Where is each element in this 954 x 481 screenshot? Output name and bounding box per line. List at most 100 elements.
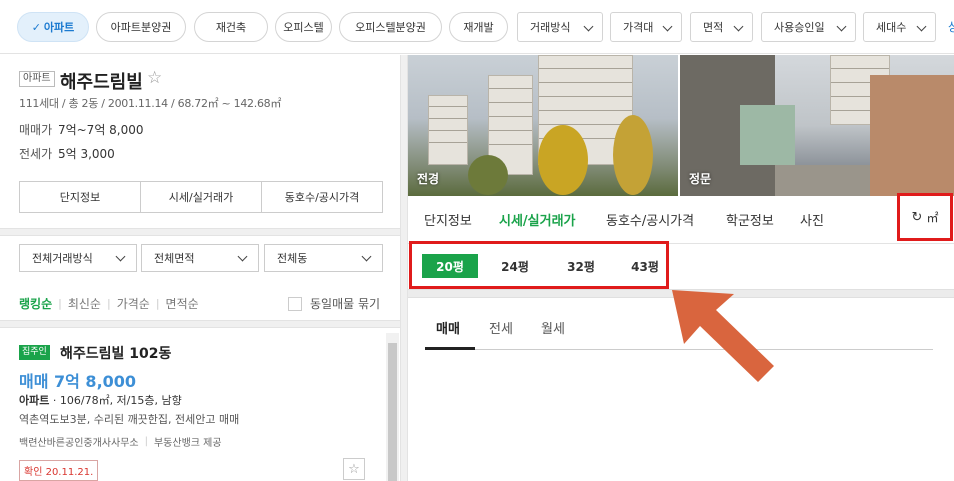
separator: | — [58, 297, 62, 310]
chevron-down-icon — [237, 251, 248, 262]
tab-school-info[interactable]: 학군정보 — [726, 210, 774, 229]
dropdown-label: 사용승인일 — [774, 21, 825, 34]
window-line — [489, 130, 532, 131]
scrollbar-thumb[interactable] — [388, 343, 397, 481]
agent-name: 백련산바른공인중개사사무소 — [19, 438, 139, 449]
tab-monthly-rent[interactable]: 월세 — [541, 318, 565, 337]
sort-area[interactable]: 면적순 — [166, 295, 199, 312]
listing-spec: 아파트 · 106/78㎡, 저/15층, 남향 — [19, 392, 182, 408]
pyeong-option-43[interactable]: 43평 — [620, 254, 670, 278]
listing-agent: 백련산바른공인중개사사무소 | 부동산뱅크 제공 — [19, 434, 222, 449]
complex-info: 111세대 / 총 2동 / 2001.11.14 / 68.72㎡ ~ 142… — [19, 97, 282, 110]
jeonse-price-label: 전세가 — [19, 147, 53, 161]
window-line — [831, 68, 889, 69]
select-label: 전체면적 — [154, 252, 195, 265]
tree-shape — [468, 155, 508, 195]
pyeong-option-20[interactable]: 20평 — [422, 254, 478, 278]
photo-main-gate[interactable]: 정문 — [680, 55, 954, 196]
listing-star-icon[interactable]: ☆ — [343, 458, 365, 480]
tab-photos[interactable]: 사진 — [800, 210, 824, 229]
filter-pill-redevelopment[interactable]: 재개발 — [449, 12, 508, 42]
star-icon[interactable]: ☆ — [147, 68, 162, 88]
listing-scrollbar[interactable] — [386, 333, 399, 481]
filter-bar: ✓ 아파트 아파트분양권 재건축 오피스텔 오피스텔분양권 재개발 거래방식 가… — [0, 0, 954, 54]
tab-unit-official-price[interactable]: 동호수/공시가격 — [262, 182, 382, 212]
filter-dropdown-approval-date[interactable]: 사용승인일 — [761, 12, 856, 42]
dropdown-label: 세대수 — [876, 21, 907, 34]
section-divider — [0, 320, 400, 328]
pyeong-selector: 20평 24평 32평 43평 — [409, 241, 669, 289]
chevron-down-icon — [836, 21, 847, 32]
tree-shape — [538, 125, 588, 195]
listing-description: 역촌역도보3분, 수리된 깨끗한집, 전세안고 매매 — [19, 413, 240, 426]
photo-exterior[interactable]: 전경 — [408, 55, 678, 196]
filter-pill-officetel[interactable]: 오피스텔 — [275, 12, 332, 42]
select-trade-type[interactable]: 전체거래방식 — [19, 244, 137, 272]
window-line — [429, 142, 467, 143]
window-line — [539, 110, 632, 111]
chevron-down-icon — [115, 251, 126, 262]
filter-pill-apartment[interactable]: ✓ 아파트 — [17, 12, 89, 42]
photo-caption-exterior: 전경 — [417, 172, 440, 186]
data-provider: 부동산뱅크 제공 — [153, 438, 222, 449]
sort-latest[interactable]: 최신순 — [68, 295, 101, 312]
filter-dropdown-area[interactable]: 면적 — [690, 12, 753, 42]
listing-price: 매매 7억 8,000 — [19, 372, 137, 391]
pyeong-option-32[interactable]: 32평 — [556, 254, 606, 278]
complex-summary-panel: 아파트 해주드림빌 ☆ 111세대 / 총 2동 / 2001.11.14 / … — [0, 55, 400, 481]
tab-unit-official-price[interactable]: 동호수/공시가격 — [606, 210, 694, 229]
sale-price-row: 매매가 7억~7억 8,000 — [19, 121, 144, 138]
select-label: 전체거래방식 — [32, 252, 93, 265]
tab-sale[interactable]: 매매 — [436, 318, 460, 337]
window-line — [489, 144, 532, 145]
complex-detail-panel: 전경 정문 단지정보 시세/실거래가 동호수/공시가격 학군정보 사진 ↻ ㎡ … — [408, 55, 954, 481]
bundle-same-listings-toggle[interactable]: 동일매물 묶기 — [288, 295, 380, 312]
separator: | — [155, 297, 160, 310]
bundle-label: 동일매물 묶기 — [310, 297, 381, 311]
select-building[interactable]: 전체동 — [264, 244, 383, 272]
tab-market-price[interactable]: 시세/실거래가 — [499, 210, 576, 229]
window-line — [539, 82, 632, 83]
checkbox[interactable] — [288, 296, 302, 311]
filter-pill-officetel-presale[interactable]: 오피스텔분양권 — [339, 12, 442, 42]
filter-pill-reconstruction[interactable]: 재건축 — [194, 12, 268, 42]
complex-tab-group: 단지정보 시세/실거래가 동호수/공시가격 — [19, 181, 383, 213]
owner-badge: 집주인 — [19, 345, 50, 360]
sort-price[interactable]: 가격순 — [117, 295, 150, 312]
listing-title[interactable]: 해주드림빌 102동 — [60, 343, 171, 363]
photo-caption-main-gate: 정문 — [689, 172, 712, 186]
filter-dropdown-trade-type[interactable]: 거래방식 — [517, 12, 603, 42]
dropdown-label: 거래방식 — [530, 21, 571, 34]
tab-complex-info[interactable]: 단지정보 — [424, 210, 472, 229]
filter-dropdown-price[interactable]: 가격대 — [610, 12, 682, 42]
tab-complex-info[interactable]: 단지정보 — [20, 182, 141, 212]
listing-spec-detail: · 106/78㎡, 저/15층, 남향 — [49, 394, 182, 407]
building-shape — [428, 95, 468, 165]
dropdown-label: 가격대 — [623, 21, 654, 34]
chevron-down-icon — [916, 21, 927, 32]
window-line — [489, 102, 532, 103]
select-area[interactable]: 전체면적 — [141, 244, 259, 272]
window-line — [429, 118, 467, 119]
chevron-down-icon — [662, 21, 673, 32]
sort-ranking[interactable]: 랭킹순 — [19, 295, 52, 312]
tab-jeonse[interactable]: 전세 — [489, 318, 513, 337]
jeonse-price-value: 5억 3,000 — [57, 147, 115, 161]
check-icon: ✓ — [31, 20, 41, 34]
separator: | — [144, 436, 148, 447]
tab-market-price[interactable]: 시세/실거래가 — [141, 182, 262, 212]
unit-toggle-button[interactable]: ↻ ㎡ — [897, 193, 953, 241]
section-divider — [0, 228, 400, 236]
pyeong-option-24[interactable]: 24평 — [490, 254, 540, 278]
filter-pill-apartment-presale[interactable]: 아파트분양권 — [96, 12, 186, 42]
chevron-down-icon — [361, 251, 372, 262]
gate-pillar — [870, 75, 954, 196]
filter-dropdown-households[interactable]: 세대수 — [863, 12, 936, 42]
gate-fence — [740, 105, 795, 165]
listing-item[interactable]: 집주인 해주드림빌 102동 매매 7억 8,000 아파트 · 106/78㎡… — [0, 328, 400, 481]
annotation-arrow-icon — [672, 290, 774, 382]
filter-overflow-text[interactable]: 상 — [948, 18, 954, 35]
separator: | — [106, 297, 111, 310]
sale-price-value: 7억~7억 8,000 — [57, 123, 144, 137]
filter-pill-label: 아파트 — [43, 21, 75, 34]
